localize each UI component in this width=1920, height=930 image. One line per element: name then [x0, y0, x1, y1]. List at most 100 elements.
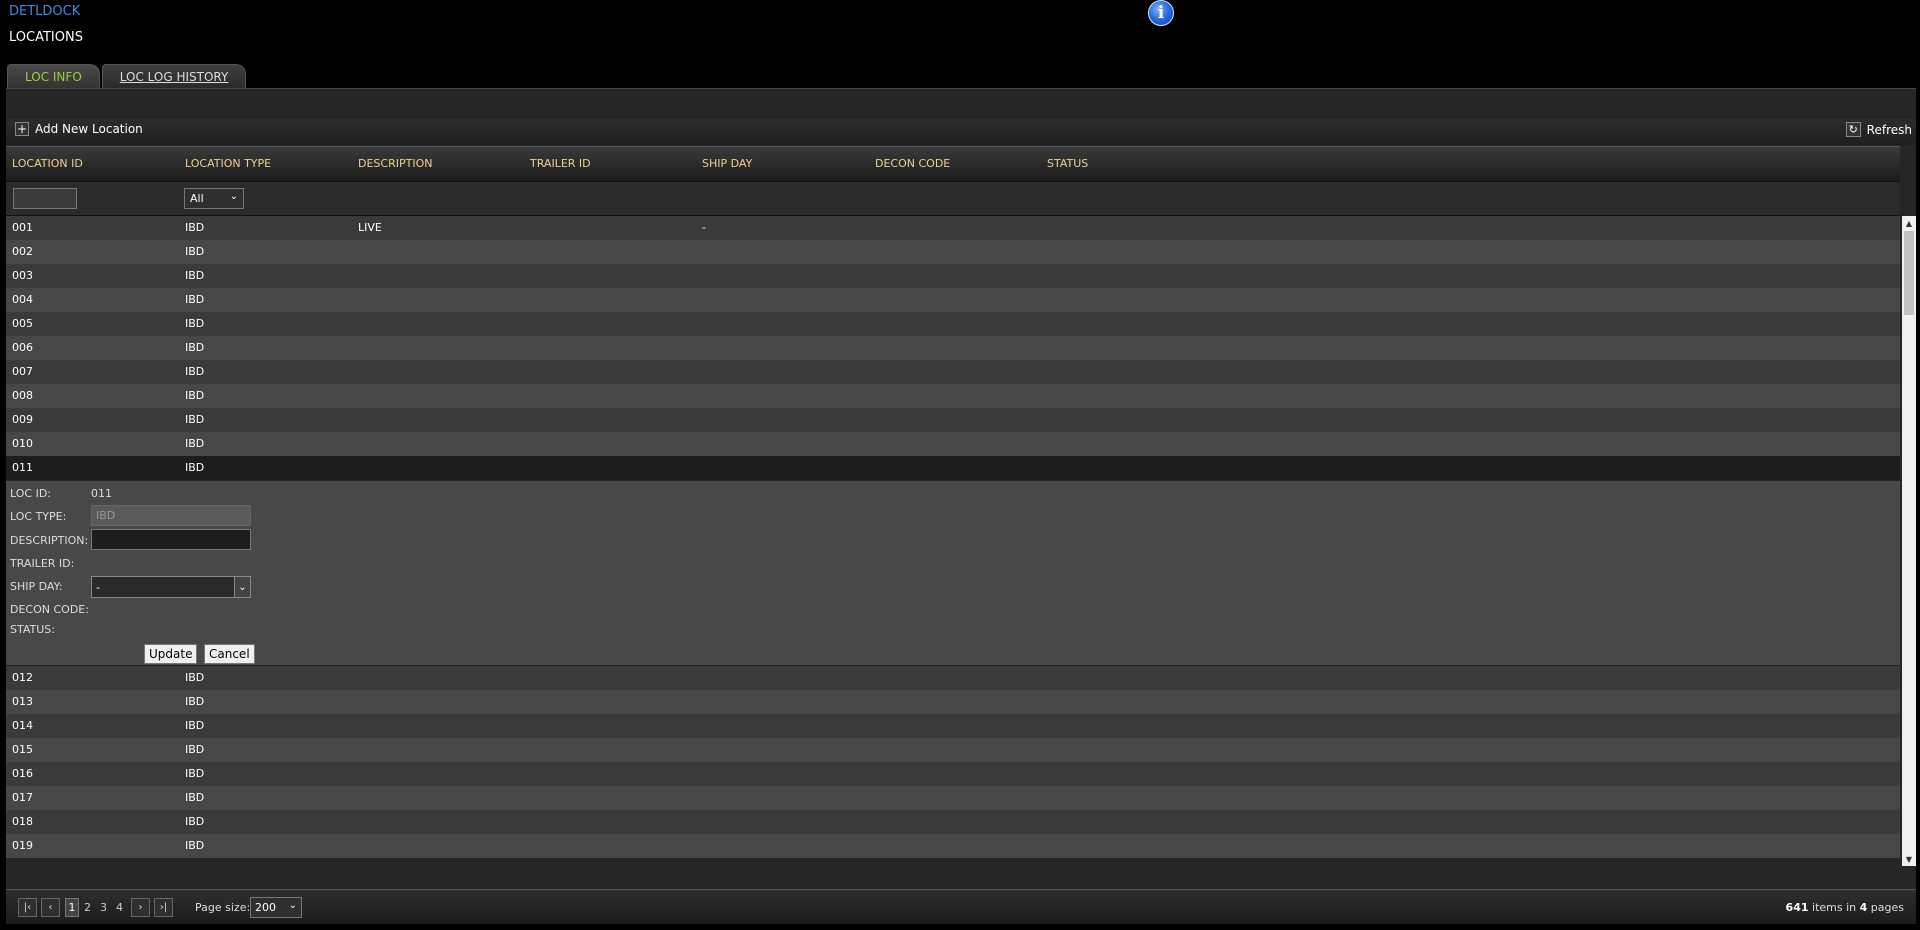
table-row[interactable]: 015 IBD: [6, 738, 1900, 762]
description-field[interactable]: [91, 529, 251, 550]
cell-location-id: 008: [12, 389, 33, 402]
column-header-trailer-id[interactable]: TRAILER ID: [530, 157, 591, 170]
cell-location-id: 018: [12, 815, 33, 828]
pager: |‹ ‹ 1 2 3 4 › ›| Page size: 200 ⌄ 641 i…: [6, 889, 1916, 924]
cell-location-type: IBD: [185, 791, 205, 804]
location-id-filter-input[interactable]: [13, 188, 77, 209]
loc-type-field: IBD: [91, 505, 251, 526]
tab-loc-log-history[interactable]: LOC LOG HISTORY: [101, 64, 247, 88]
info-icon[interactable]: i: [1148, 0, 1174, 26]
loc-type-label: LOC TYPE:: [10, 510, 67, 523]
scroll-down-icon[interactable]: ▼: [1902, 852, 1916, 866]
cancel-button[interactable]: Cancel: [204, 644, 255, 664]
cell-location-type: IBD: [185, 269, 205, 282]
loc-id-value: 011: [91, 487, 112, 500]
cell-description: LIVE: [358, 221, 382, 234]
pager-info: 641 items in 4 pages: [1786, 901, 1904, 914]
prev-page-icon[interactable]: ‹: [41, 898, 60, 917]
status-label: STATUS:: [10, 623, 55, 636]
table-row[interactable]: 005 IBD: [6, 312, 1900, 336]
grid-rows-top: 001 IBD LIVE - 002 IBD 003 IBD 004 IBD 005 IBD …: [6, 216, 1900, 480]
update-button[interactable]: Update: [144, 644, 198, 664]
description-label: DESCRIPTION:: [10, 534, 89, 547]
column-header-location-id[interactable]: LOCATION ID: [12, 157, 83, 170]
table-row[interactable]: 004 IBD: [6, 288, 1900, 312]
cell-location-id: 013: [12, 695, 33, 708]
cell-location-type: IBD: [185, 245, 205, 258]
column-header-location-type[interactable]: LOCATION TYPE: [185, 157, 271, 170]
cell-location-type: IBD: [185, 389, 205, 402]
refresh-icon: ↻: [1845, 122, 1861, 137]
table-row[interactable]: 018 IBD: [6, 810, 1900, 834]
last-page-icon[interactable]: ›|: [154, 898, 173, 917]
page-link[interactable]: 2: [84, 901, 91, 914]
page-link[interactable]: 4: [116, 901, 123, 914]
cell-location-type: IBD: [185, 461, 205, 474]
cell-location-id: 007: [12, 365, 33, 378]
cell-location-type: IBD: [185, 365, 205, 378]
scroll-up-icon[interactable]: ▲: [1902, 216, 1916, 230]
table-row[interactable]: 009 IBD: [6, 408, 1900, 432]
decon-code-label: DECON CODE:: [10, 603, 89, 616]
cell-location-id: 001: [12, 221, 33, 234]
table-row[interactable]: 016 IBD: [6, 762, 1900, 786]
cell-location-type: IBD: [185, 767, 205, 780]
cell-location-type: IBD: [185, 671, 205, 684]
column-header-description[interactable]: DESCRIPTION: [358, 157, 432, 170]
cell-location-id: 011: [12, 461, 33, 474]
table-row[interactable]: 010 IBD: [6, 432, 1900, 456]
table-row[interactable]: 007 IBD: [6, 360, 1900, 384]
cell-location-type: IBD: [185, 437, 205, 450]
chevron-down-icon: ⌄: [288, 900, 297, 911]
cell-location-id: 010: [12, 437, 33, 450]
cell-location-type: IBD: [185, 815, 205, 828]
column-header-status[interactable]: STATUS: [1047, 157, 1088, 170]
table-row[interactable]: 019 IBD: [6, 834, 1900, 858]
next-page-icon[interactable]: ›: [131, 898, 150, 917]
table-row[interactable]: 002 IBD: [6, 240, 1900, 264]
column-header-decon-code[interactable]: DECON CODE: [875, 157, 950, 170]
ship-day-label: SHIP DAY:: [10, 580, 63, 593]
column-header-ship-day[interactable]: SHIP DAY: [702, 157, 752, 170]
table-row[interactable]: 017 IBD: [6, 786, 1900, 810]
ship-day-select[interactable]: - ⌄: [91, 576, 251, 598]
grid-rows-bottom: 012 IBD 013 IBD 014 IBD 015 IBD 016 IBD 017 IB…: [6, 666, 1900, 858]
app-title: DETLDOCK: [9, 4, 81, 19]
add-new-location-button[interactable]: + Add New Location: [15, 122, 143, 136]
first-page-icon[interactable]: |‹: [18, 898, 37, 917]
cell-location-type: IBD: [185, 839, 205, 852]
cell-location-id: 002: [12, 245, 33, 258]
location-type-filter-select[interactable]: All ⌄: [184, 188, 244, 209]
page-size-select[interactable]: 200 ⌄: [250, 897, 302, 918]
table-row[interactable]: 014 IBD: [6, 714, 1900, 738]
chevron-down-icon: ⌄: [234, 577, 250, 597]
trailer-id-label: TRAILER ID:: [10, 557, 75, 570]
page-title: LOCATIONS: [9, 30, 83, 45]
cell-location-id: 005: [12, 317, 33, 330]
ship-day-value: -: [96, 580, 100, 594]
cell-location-type: IBD: [185, 719, 205, 732]
cell-location-id: 012: [12, 671, 33, 684]
grid-scrollbar[interactable]: ▲ ▼: [1902, 216, 1916, 866]
table-row[interactable]: 013 IBD: [6, 690, 1900, 714]
page-link[interactable]: 3: [100, 901, 107, 914]
table-row[interactable]: 006 IBD: [6, 336, 1900, 360]
table-row[interactable]: 008 IBD: [6, 384, 1900, 408]
table-row[interactable]: 012 IBD: [6, 666, 1900, 690]
toolbar: + Add New Location ↻ Refresh: [6, 119, 1916, 145]
cell-location-id: 015: [12, 743, 33, 756]
page-link-current[interactable]: 1: [65, 898, 79, 917]
inline-edit-form: LOC ID: 011 LOC TYPE: IBD DESCRIPTION: T…: [6, 480, 1900, 666]
table-row-selected[interactable]: 011 IBD: [6, 456, 1900, 480]
cell-ship-day: -: [702, 221, 706, 234]
table-row[interactable]: 001 IBD LIVE -: [6, 216, 1900, 240]
cell-location-type: IBD: [185, 221, 205, 234]
refresh-button[interactable]: ↻ Refresh: [1845, 122, 1912, 137]
tab-loc-info[interactable]: LOC INFO: [7, 64, 100, 88]
pages-text: pages: [1870, 901, 1904, 914]
cell-location-type: IBD: [185, 413, 205, 426]
cell-location-id: 014: [12, 719, 33, 732]
table-row[interactable]: 003 IBD: [6, 264, 1900, 288]
cell-location-id: 006: [12, 341, 33, 354]
scrollbar-thumb[interactable]: [1904, 231, 1914, 315]
